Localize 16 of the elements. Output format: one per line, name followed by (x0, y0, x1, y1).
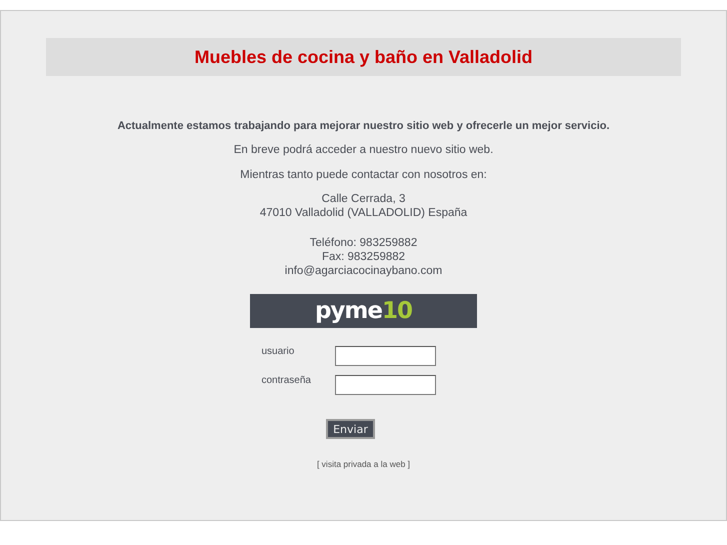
input-field[interactable] (334, 375, 436, 395)
info-text: En breve podrá acceder a nuestro nuevo sitio web. (234, 143, 494, 157)
submit-button[interactable]: Enviar (326, 419, 375, 439)
field-label: contraseña (262, 375, 312, 388)
private-visit-link[interactable]: [ visita privada a la web ] (316, 459, 410, 469)
address-line: 47010 Valladolid (VALLADOLID) España (260, 206, 468, 220)
contact-line: Teléfono: 983259882 (310, 236, 418, 250)
notice-text: Actualmente estamos trabajando para mejorar nuestro sitio web y ofrecerle un mejor servicio. (117, 120, 610, 132)
field-label: usuario (262, 346, 296, 359)
logo: pyme10 (250, 294, 477, 328)
input-field[interactable] (334, 346, 436, 366)
page-title: Muebles de cocina y baño en Valladolid (194, 46, 533, 68)
address-line: Calle Cerrada, 3 (322, 192, 406, 206)
contact-line: Fax: 983259882 (322, 250, 406, 264)
contact-line: info@agarciacocinaybano.com (284, 264, 442, 278)
info-text: Mientras tanto puede contactar con nosotros en: (240, 168, 487, 182)
